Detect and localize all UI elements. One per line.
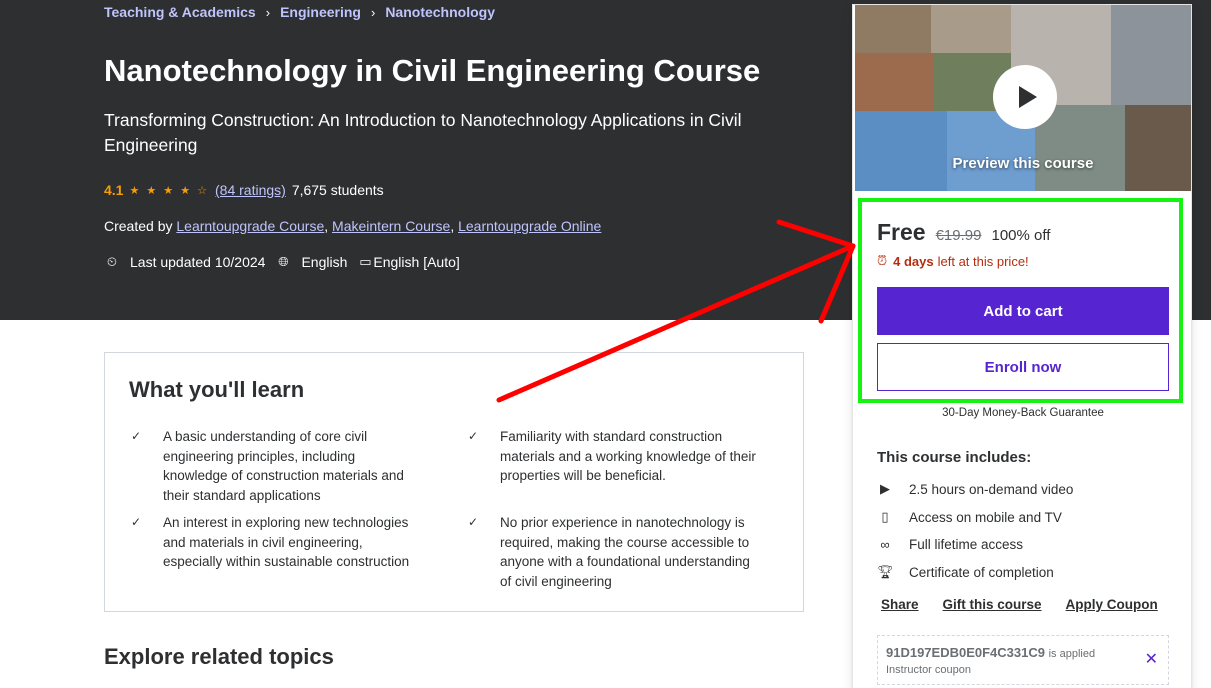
check-icon: ✓ [468, 515, 479, 529]
money-back-guarantee: 30-Day Money-Back Guarantee [942, 407, 1104, 419]
include-text: Full lifetime access [909, 537, 1024, 552]
breadcrumb: Teaching & Academics › Engineering › Nan… [104, 4, 495, 20]
coupon-type: Instructor coupon [886, 664, 971, 676]
preview-tile [855, 5, 931, 53]
check-icon: ✓ [131, 429, 142, 443]
learn-item-text: An interest in exploring new technologie… [163, 515, 410, 569]
course-language: English [301, 254, 348, 270]
breadcrumb-engineering[interactable]: Engineering [280, 4, 361, 20]
rating-value: 4.1 [104, 182, 124, 198]
preview-tile [855, 53, 933, 111]
include-text: Certificate of completion [909, 564, 1054, 580]
author-link-2[interactable]: Makeintern Course [332, 218, 450, 234]
alert-clock-icon: ⏲ [106, 254, 118, 269]
preview-tile [1111, 5, 1191, 105]
mobile-icon: ▯ [881, 509, 889, 524]
preview-tile [931, 5, 1011, 53]
check-icon: ✓ [468, 429, 479, 443]
created-by: Created by Learntoupgrade Course, Makein… [104, 218, 602, 234]
coupon-code: 91D197EDB0E0F4C331C9 [886, 645, 1045, 660]
include-item: ∞ Full lifetime access [877, 537, 1023, 552]
author-link-3[interactable]: Learntoupgrade Online [458, 218, 601, 234]
star-rating-icon: ★ ★ ★ ★ ☆ [129, 184, 209, 197]
coupon-applied-text: is applied [1048, 648, 1096, 660]
sidebar-links: Share Gift this course Apply Coupon [881, 597, 1158, 612]
preview-tile [855, 111, 947, 191]
author-link-1[interactable]: Learntoupgrade Course [176, 218, 324, 234]
gift-course-link[interactable]: Gift this course [943, 597, 1042, 612]
what-you-learn-box: What you'll learn ✓ A basic understandin… [104, 352, 804, 612]
learn-item: ✓ Familiarity with standard construction… [468, 427, 758, 486]
learn-item: ✓ An interest in exploring new technolog… [131, 513, 421, 572]
breadcrumb-teaching[interactable]: Teaching & Academics [104, 4, 256, 20]
what-you-learn-title: What you'll learn [129, 377, 305, 402]
last-updated: Last updated 10/2024 [130, 254, 266, 270]
learn-item-text: A basic understanding of core civil engi… [163, 429, 404, 503]
share-link[interactable]: Share [881, 597, 919, 612]
video-icon: ▶︎ [880, 481, 890, 496]
highlight-annotation-box [858, 198, 1183, 403]
created-by-label: Created by [104, 218, 173, 234]
captions-icon: ▭ [359, 254, 372, 269]
course-page: Teaching & Academics › Engineering › Nan… [0, 0, 1211, 688]
course-title: Nanotechnology in Civil Engineering Cour… [104, 53, 761, 88]
breadcrumb-separator-icon: › [265, 4, 271, 20]
include-text: 2.5 hours on-demand video [909, 481, 1074, 497]
course-subtitle: Transforming Construction: An Introducti… [104, 110, 742, 155]
include-text: Access on mobile and TV [909, 509, 1062, 525]
course-meta: ⏲ Last updated 10/2024 🌐︎ English ▭ Engl… [104, 254, 460, 270]
infinity-icon: ∞ [880, 537, 890, 552]
learn-item-text: Familiarity with standard construction m… [500, 429, 756, 483]
include-item: ▶︎ 2.5 hours on-demand video [877, 481, 1073, 497]
rating-row: 4.1 ★ ★ ★ ★ ☆ (84 ratings) 7,675 student… [104, 182, 384, 198]
include-item: 🏆︎ Certificate of completion [877, 564, 1054, 580]
course-captions: English [Auto] [373, 254, 460, 270]
course-preview[interactable]: Preview this course [855, 5, 1191, 191]
explore-related-title: Explore related topics [104, 644, 334, 669]
trophy-icon: 🏆︎ [877, 564, 894, 579]
remove-coupon-icon[interactable]: ✕ [1145, 649, 1158, 669]
learn-item-text: No prior experience in nanotechnology is… [500, 515, 750, 589]
includes-title: This course includes: [877, 449, 1032, 466]
include-item: ▯ Access on mobile and TV [877, 509, 1062, 525]
preview-label[interactable]: Preview this course [855, 155, 1191, 172]
apply-coupon-link[interactable]: Apply Coupon [1066, 597, 1158, 612]
play-icon[interactable] [993, 65, 1057, 129]
learn-item: ✓ No prior experience in nanotechnology … [468, 513, 758, 591]
students-count: 7,675 students [291, 182, 384, 198]
coupon-code-line: 91D197EDB0E0F4C331C9 is applied [886, 645, 1095, 660]
check-icon: ✓ [131, 515, 142, 529]
preview-tile [1125, 105, 1191, 191]
applied-coupon: 91D197EDB0E0F4C331C9 is applied Instruct… [877, 635, 1169, 685]
breadcrumb-separator-icon: › [370, 4, 376, 20]
breadcrumb-nanotechnology[interactable]: Nanotechnology [385, 4, 495, 20]
ratings-count-link[interactable]: (84 ratings) [215, 182, 286, 198]
learn-item: ✓ A basic understanding of core civil en… [131, 427, 421, 505]
globe-icon: 🌐︎ [278, 254, 289, 269]
